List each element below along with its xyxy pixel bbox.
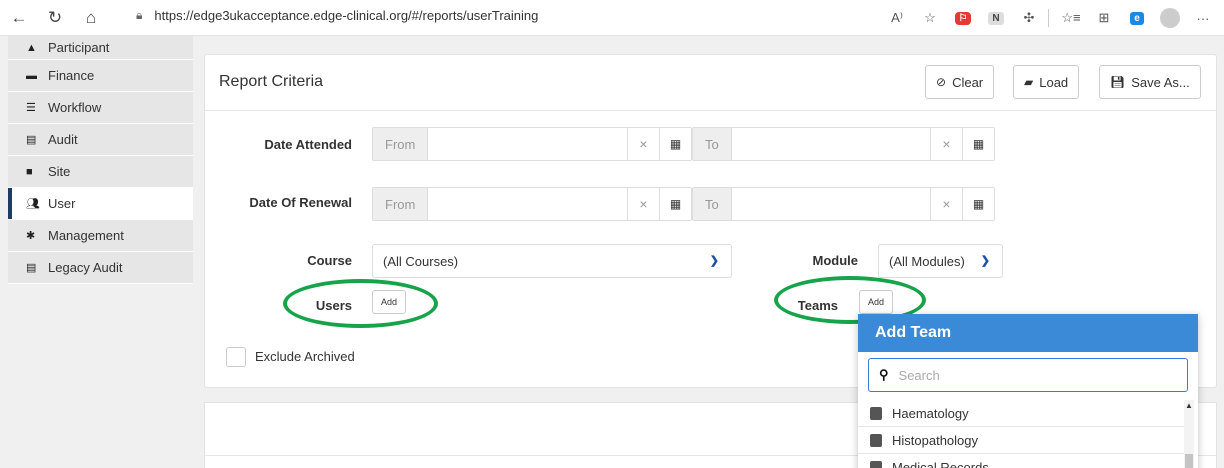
module-select[interactable]: (All Modules) ❯ <box>878 244 1003 278</box>
add-team-button[interactable]: Add <box>859 290 894 314</box>
profile-icon[interactable] <box>1155 6 1185 30</box>
date-renewal-from: From × ▦ <box>372 187 692 221</box>
date-attended-to: To × ▦ <box>692 127 995 161</box>
scrollbar[interactable]: ▲ <box>1184 400 1194 468</box>
date-attended-from-input[interactable] <box>428 128 627 160</box>
teams-label: Teams <box>797 298 838 313</box>
scrollbar-thumb[interactable] <box>1185 454 1193 468</box>
book-icon <box>870 433 882 447</box>
sidebar-item-management[interactable]: ✱ Management <box>8 220 193 252</box>
wallet-icon: ▬ <box>26 69 37 82</box>
clear-icon[interactable]: × <box>627 188 659 220</box>
url-text: https://edge3ukacceptance.edge-clinical.… <box>154 8 539 23</box>
list-item[interactable]: Medical Records <box>858 454 1184 468</box>
from-addon: From <box>373 128 429 160</box>
team-search-input[interactable]: ⚲ Search <box>868 358 1188 392</box>
extension-red-icon[interactable]: ⚐ <box>948 6 978 30</box>
calendar-icon[interactable]: ▦ <box>659 188 691 220</box>
search-icon: ⚲ <box>879 367 889 382</box>
extension-n-icon[interactable]: N <box>981 6 1011 30</box>
course-label: Course <box>307 253 352 268</box>
collections-icon[interactable]: ⊞ <box>1089 6 1119 30</box>
save-as-button[interactable]: 💾︎ Save As... <box>1099 65 1201 99</box>
sidebar-item-workflow[interactable]: ☰ Workflow <box>8 92 193 124</box>
save-icon: 💾︎ <box>1110 75 1126 89</box>
lock-icon: 🔒︎ <box>136 8 143 22</box>
list-box-icon: ▤ <box>26 262 37 274</box>
clear-button[interactable]: ⊘ Clear <box>925 65 995 99</box>
panel-header: Report Criteria ⊘ Clear ▰ Load 💾︎ Save A… <box>205 55 1216 111</box>
browser-toolbar: ← ↻ ⌂ 🔒︎ https://edge3ukacceptance.edge-… <box>0 0 1224 36</box>
exclude-archived-label: Exclude Archived <box>255 349 355 364</box>
add-team-title: Add Team <box>858 314 1198 352</box>
add-user-button[interactable]: Add <box>372 290 407 314</box>
sidebar: ▲ Participant ▬ Finance ☰ Workflow ▤ Aud… <box>8 36 193 284</box>
list-item[interactable]: Haematology <box>858 400 1184 427</box>
page-title: Report Criteria <box>219 73 324 90</box>
sidebar-item-legacy-audit[interactable]: ▤ Legacy Audit <box>8 252 193 284</box>
list-check-icon: ☰ <box>26 102 36 114</box>
book-icon <box>870 406 882 420</box>
date-attended-from: From × ▦ <box>372 127 692 161</box>
chevron-down-icon: ❯ <box>709 255 719 267</box>
users-icon: 👥︎ <box>26 198 40 210</box>
sidebar-item-site[interactable]: ■ Site <box>8 156 193 188</box>
cog-icon: ✱ <box>26 230 36 242</box>
person-icon: ▲ <box>26 41 37 54</box>
more-icon[interactable]: ··· <box>1188 6 1218 30</box>
back-icon[interactable]: ← <box>8 7 30 29</box>
sidebar-item-audit[interactable]: ▤ Audit <box>8 124 193 156</box>
load-button[interactable]: ▰ Load <box>1013 65 1080 99</box>
sidebar-item-participant[interactable]: ▲ Participant <box>8 36 193 60</box>
to-addon: To <box>693 128 732 160</box>
date-attended-to-input[interactable] <box>732 128 930 160</box>
favorite-icon[interactable]: ☆ <box>915 6 945 30</box>
toolbar-divider <box>1048 9 1049 27</box>
h-square-icon: ■ <box>26 165 33 178</box>
calendar-icon[interactable]: ▦ <box>659 128 691 160</box>
list-box-icon: ▤ <box>26 134 37 146</box>
add-team-dropdown: Add Team ⚲ Search Haematology Histopatho… <box>858 314 1198 468</box>
module-label: Module <box>812 253 859 268</box>
read-aloud-icon[interactable]: A⁾ <box>882 6 912 30</box>
favorites-icon[interactable]: ☆≡ <box>1056 6 1086 30</box>
calendar-icon[interactable]: ▦ <box>962 128 994 160</box>
folder-open-icon: ▰ <box>1024 75 1034 89</box>
edge-icon[interactable]: e <box>1122 6 1152 30</box>
home-icon[interactable]: ⌂ <box>80 7 102 29</box>
list-item[interactable]: Histopathology <box>858 427 1184 454</box>
date-renewal-label: Date Of Renewal <box>249 195 352 210</box>
clear-icon[interactable]: × <box>627 128 659 160</box>
refresh-icon[interactable]: ↻ <box>44 7 66 29</box>
date-attended-label: Date Attended <box>264 137 352 152</box>
from-addon: From <box>373 188 429 220</box>
to-addon: To <box>693 188 732 220</box>
chevron-down-icon: ❯ <box>980 255 990 267</box>
clear-icon[interactable]: × <box>930 128 962 160</box>
clear-icon[interactable]: × <box>930 188 962 220</box>
extensions-icon[interactable]: ✣ <box>1014 6 1044 30</box>
ban-icon: ⊘ <box>936 75 947 89</box>
course-select[interactable]: (All Courses) ❯ <box>372 244 732 278</box>
date-renewal-to-input[interactable] <box>732 188 930 220</box>
address-bar[interactable]: 🔒︎ https://edge3ukacceptance.edge-clinic… <box>136 8 538 23</box>
calendar-icon[interactable]: ▦ <box>962 188 994 220</box>
date-renewal-to: To × ▦ <box>692 187 995 221</box>
exclude-archived-checkbox[interactable] <box>226 347 246 367</box>
scroll-up-icon[interactable]: ▲ <box>1184 400 1194 412</box>
date-renewal-from-input[interactable] <box>428 188 627 220</box>
team-list: Haematology Histopathology Medical Recor… <box>858 400 1184 468</box>
sidebar-item-finance[interactable]: ▬ Finance <box>8 60 193 92</box>
sidebar-item-user[interactable]: 👥︎ User <box>8 188 193 220</box>
book-icon <box>870 460 882 468</box>
users-label: Users <box>315 298 352 313</box>
